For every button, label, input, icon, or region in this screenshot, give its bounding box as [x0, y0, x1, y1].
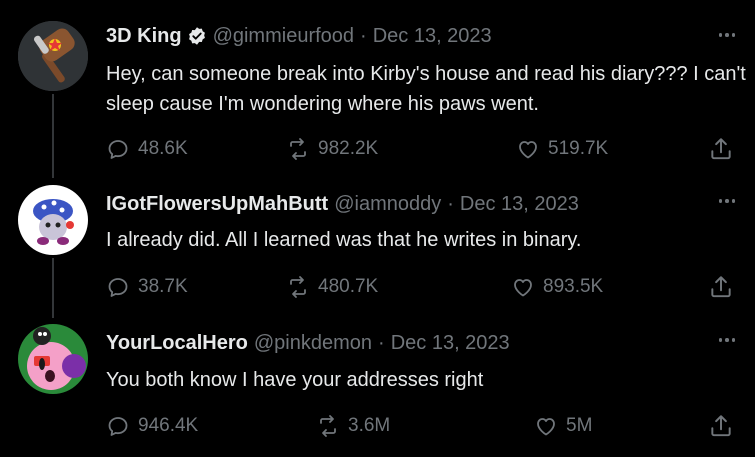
tweet-header: 3D King @gimmieurfood · Dec 13, 2023 — [106, 23, 492, 49]
thread-connector — [52, 94, 54, 178]
retweet-icon — [320, 415, 336, 437]
timestamp[interactable]: Dec 13, 2023 — [460, 193, 579, 216]
share-button[interactable] — [708, 274, 734, 300]
like-button[interactable]: 5M — [534, 413, 592, 439]
retweet-icon — [290, 138, 306, 160]
more-options-icon[interactable] — [718, 191, 735, 211]
handle[interactable]: @pinkdemon — [254, 332, 372, 355]
reply-count: 48.6K — [138, 138, 188, 159]
tweet-header: YourLocalHero @pinkdemon · Dec 13, 2023 — [106, 330, 510, 356]
like-button[interactable]: 893.5K — [511, 274, 603, 300]
separator-dot: · — [447, 192, 454, 215]
like-button[interactable]: 519.7K — [516, 136, 608, 162]
like-count: 519.7K — [548, 138, 609, 159]
tweet[interactable]: YourLocalHero @pinkdemon · Dec 13, 2023 … — [0, 324, 755, 449]
heart-icon — [537, 418, 555, 436]
heart-icon — [519, 141, 537, 159]
display-name[interactable]: IGotFlowersUpMahButt — [106, 193, 328, 216]
share-icon — [711, 138, 731, 160]
tweet-header: IGotFlowersUpMahButt @iamnoddy · Dec 13,… — [106, 191, 579, 217]
share-button[interactable] — [708, 136, 734, 162]
action-bar: 48.6K 982.2K 519.7K — [106, 136, 734, 162]
thread-connector — [52, 258, 54, 318]
retweet-icon — [290, 276, 306, 298]
handle[interactable]: @gimmieurfood — [213, 25, 354, 48]
avatar[interactable] — [18, 185, 88, 255]
action-bar: 946.4K 3.6M 5M — [106, 413, 734, 439]
verified-badge-icon — [187, 26, 207, 46]
hammer-icon — [18, 21, 88, 91]
tweet[interactable]: 3D King @gimmieurfood · Dec 13, 2023 Hey… — [0, 21, 755, 166]
heart-icon — [514, 279, 532, 297]
avatar[interactable] — [18, 324, 88, 394]
share-icon — [711, 276, 731, 298]
retweet-button[interactable]: 480.7K — [286, 274, 378, 300]
retweet-count: 480.7K — [318, 276, 379, 297]
retweet-button[interactable]: 982.2K — [286, 136, 378, 162]
pink-hero-icon — [18, 324, 88, 394]
timestamp[interactable]: Dec 13, 2023 — [373, 25, 492, 48]
avatar[interactable] — [18, 21, 88, 91]
reply-count: 946.4K — [138, 415, 199, 436]
tweet[interactable]: IGotFlowersUpMahButt @iamnoddy · Dec 13,… — [0, 185, 755, 310]
retweet-button[interactable]: 3.6M — [316, 413, 390, 439]
tweet-text: Hey, can someone break into Kirby's hous… — [106, 63, 746, 115]
character-icon — [18, 185, 88, 255]
reply-icon — [108, 417, 128, 436]
reply-count: 38.7K — [138, 276, 188, 297]
tweet-text: You both know I have your addresses righ… — [106, 369, 484, 391]
reply-icon — [108, 278, 128, 297]
timestamp[interactable]: Dec 13, 2023 — [391, 332, 510, 355]
more-options-icon[interactable] — [718, 330, 735, 350]
like-count: 5M — [566, 415, 593, 436]
more-options-icon[interactable] — [718, 25, 735, 45]
reply-button[interactable]: 946.4K — [106, 413, 198, 439]
retweet-count: 982.2K — [318, 138, 379, 159]
share-button[interactable] — [708, 413, 734, 439]
tweet-text: I already did. All I learned was that he… — [106, 229, 582, 251]
reply-icon — [108, 140, 128, 159]
separator-dot: · — [360, 24, 367, 47]
separator-dot: · — [378, 331, 385, 354]
retweet-count: 3.6M — [348, 415, 391, 436]
display-name[interactable]: 3D King — [106, 25, 182, 48]
reply-thread: 3D King @gimmieurfood · Dec 13, 2023 Hey… — [0, 0, 755, 457]
action-bar: 38.7K 480.7K 893.5K — [106, 274, 734, 300]
like-count: 893.5K — [543, 276, 604, 297]
reply-button[interactable]: 48.6K — [106, 136, 188, 162]
reply-button[interactable]: 38.7K — [106, 274, 188, 300]
display-name[interactable]: YourLocalHero — [106, 332, 248, 355]
share-icon — [711, 415, 731, 437]
handle[interactable]: @iamnoddy — [334, 193, 441, 216]
